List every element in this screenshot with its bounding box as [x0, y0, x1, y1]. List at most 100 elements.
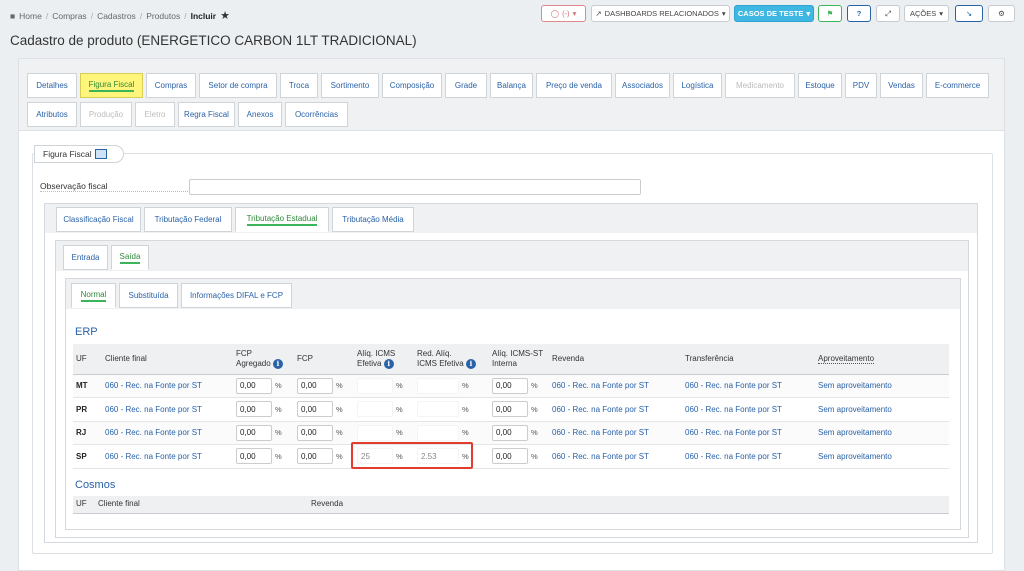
table-row: SP 060 - Rec. na Fonte por ST 0,00% 0,00% 25…: [73, 444, 949, 469]
info-icon[interactable]: i: [465, 358, 476, 369]
dashboards-button[interactable]: ↗ DASHBOARDS RELACIONADOS ▾: [591, 5, 730, 22]
red-aliq-icms-input: [417, 377, 459, 394]
aliq-icms-st-input[interactable]: 0,00: [492, 377, 528, 394]
fcp-agregado-input[interactable]: 0,00: [236, 448, 272, 465]
aliq-icms-st-input[interactable]: 0,00: [492, 448, 528, 465]
tab-normal[interactable]: Normal: [71, 283, 116, 308]
home-icon[interactable]: ■: [10, 11, 15, 21]
cst-transferencia-link[interactable]: 060 - Rec. na Fonte por ST: [685, 405, 782, 414]
aproveitamento-link[interactable]: Sem aproveitamento: [818, 405, 892, 414]
tab-associados[interactable]: Associados: [615, 73, 670, 98]
tab-sortimento[interactable]: Sortimento: [321, 73, 379, 98]
breadcrumb-home[interactable]: Home: [19, 11, 42, 21]
actions-button[interactable]: AÇÕES ▾: [904, 5, 949, 22]
tab-figura-fiscal[interactable]: Figura Fiscal: [80, 73, 143, 98]
col-fcp-agregado: FCP Agregado i: [233, 344, 294, 375]
expand-icon: ⤢: [885, 8, 891, 18]
tab-tributacao-federal[interactable]: Tributação Federal: [144, 207, 232, 232]
cst-transferencia-link[interactable]: 060 - Rec. na Fonte por ST: [685, 428, 782, 437]
megaphone-icon: ⚑: [826, 9, 834, 18]
tab-pdv[interactable]: PDV: [845, 73, 877, 98]
caret-down-icon: ▾: [572, 9, 577, 18]
obs-fiscal-input[interactable]: [189, 179, 641, 195]
favorite-star-icon[interactable]: ★: [220, 9, 230, 22]
col-aliq-icms-st: Alíq. ICMS-ST Interna: [489, 344, 549, 375]
tab-entrada[interactable]: Entrada: [63, 245, 108, 270]
caret-down-icon: ▾: [939, 9, 944, 18]
tab-composicao[interactable]: Composição: [382, 73, 442, 98]
help-button[interactable]: ?: [847, 5, 871, 22]
fcp-agregado-input[interactable]: 0,00: [236, 401, 272, 418]
breadcrumb-produtos[interactable]: Produtos: [146, 11, 180, 21]
chart-button[interactable]: ↘: [955, 5, 983, 22]
tab-atributos[interactable]: Atributos: [27, 102, 77, 127]
tab-tributacao-estadual[interactable]: Tributação Estadual: [235, 207, 329, 232]
tab-setor-de-compra[interactable]: Setor de compra: [199, 73, 277, 98]
announce-button[interactable]: ⚑: [818, 5, 842, 22]
status-dropdown-button[interactable]: ◯ (-) ▾: [541, 5, 586, 22]
tab-anexos[interactable]: Anexos: [238, 102, 282, 127]
cst-cliente-final-link[interactable]: 060 - Rec. na Fonte por ST: [105, 381, 202, 390]
settings-icon: ⚙: [998, 9, 1005, 18]
cst-transferencia-link[interactable]: 060 - Rec. na Fonte por ST: [685, 381, 782, 390]
info-icon[interactable]: i: [272, 358, 283, 369]
table-row: PR 060 - Rec. na Fonte por ST 0,00% 0,00%%%…: [73, 397, 949, 422]
table-row: RJ 060 - Rec. na Fonte por ST 0,00% 0,00%%%…: [73, 421, 949, 445]
question-icon: ?: [856, 9, 862, 18]
tab-balanca[interactable]: Balança: [490, 73, 533, 98]
fcp-input[interactable]: 0,00: [297, 401, 333, 418]
breadcrumb-cadastros[interactable]: Cadastros: [97, 11, 136, 21]
tab-detalhes[interactable]: Detalhes: [27, 73, 77, 98]
settings-button[interactable]: ⚙: [988, 5, 1015, 22]
info-icon[interactable]: i: [383, 358, 394, 369]
cosmos-col-revenda: Revenda: [308, 496, 520, 514]
cst-revenda-link[interactable]: 060 - Rec. na Fonte por ST: [552, 428, 649, 437]
tab-ocorrencias[interactable]: Ocorrências: [285, 102, 348, 127]
tab-saida[interactable]: Saída: [111, 245, 149, 270]
test-cases-button[interactable]: CASOS DE TESTE ▾: [734, 5, 814, 22]
aliq-icms-st-input[interactable]: 0,00: [492, 401, 528, 418]
tab-substituida[interactable]: Substituída: [119, 283, 178, 308]
cosmos-section-title: Cosmos: [75, 479, 116, 491]
cst-cliente-final-link[interactable]: 060 - Rec. na Fonte por ST: [105, 428, 202, 437]
fcp-agregado-input[interactable]: 0,00: [236, 424, 272, 441]
tab-preco-de-venda[interactable]: Preço de venda: [536, 73, 612, 98]
fcp-agregado-input[interactable]: 0,00: [236, 377, 272, 394]
cst-cliente-final-link[interactable]: 060 - Rec. na Fonte por ST: [105, 405, 202, 414]
book-icon[interactable]: [94, 149, 107, 159]
tab-tributacao-media[interactable]: Tributação Média: [332, 207, 414, 232]
tab-grade[interactable]: Grade: [445, 73, 487, 98]
aliq-icms-efetiva-input: [357, 377, 393, 394]
col-uf: UF: [73, 344, 102, 375]
aproveitamento-link[interactable]: Sem aproveitamento: [818, 452, 892, 461]
cst-revenda-link[interactable]: 060 - Rec. na Fonte por ST: [552, 405, 649, 414]
cst-revenda-link[interactable]: 060 - Rec. na Fonte por ST: [552, 452, 649, 461]
tab-producao: Produção: [80, 102, 132, 127]
aproveitamento-link[interactable]: Sem aproveitamento: [818, 381, 892, 390]
expand-button[interactable]: ⤢: [876, 5, 900, 22]
tab-troca[interactable]: Troca: [280, 73, 318, 98]
fcp-input[interactable]: 0,00: [297, 424, 333, 441]
fcp-input[interactable]: 0,00: [297, 377, 333, 394]
tab-estoque[interactable]: Estoque: [798, 73, 842, 98]
breadcrumb-compras[interactable]: Compras: [52, 11, 86, 21]
red-aliq-icms-input: [417, 424, 459, 441]
chart-icon: ↗: [595, 9, 602, 18]
tab-vendas[interactable]: Vendas: [880, 73, 923, 98]
tab-logistica[interactable]: Logística: [673, 73, 722, 98]
cst-cliente-final-link[interactable]: 060 - Rec. na Fonte por ST: [105, 452, 202, 461]
tab-compras[interactable]: Compras: [146, 73, 196, 98]
tab-difal-fcp[interactable]: Informações DIFAL e FCP: [181, 283, 292, 308]
cst-transferencia-link[interactable]: 060 - Rec. na Fonte por ST: [685, 452, 782, 461]
cst-revenda-link[interactable]: 060 - Rec. na Fonte por ST: [552, 381, 649, 390]
tab-e-commerce[interactable]: E-commerce: [926, 73, 989, 98]
cosmos-col-uf: UF: [73, 496, 95, 514]
fcp-input[interactable]: 0,00: [297, 448, 333, 465]
tab-regra-fiscal[interactable]: Regra Fiscal: [178, 102, 235, 127]
caret-down-icon: ▾: [806, 9, 811, 18]
aliq-icms-st-input[interactable]: 0,00: [492, 424, 528, 441]
red-aliq-icms-input: [417, 401, 459, 418]
tab-classificacao-fiscal[interactable]: Classificação Fiscal: [56, 207, 141, 232]
breadcrumb-current: Incluir: [190, 10, 217, 21]
aproveitamento-link[interactable]: Sem aproveitamento: [818, 428, 892, 437]
